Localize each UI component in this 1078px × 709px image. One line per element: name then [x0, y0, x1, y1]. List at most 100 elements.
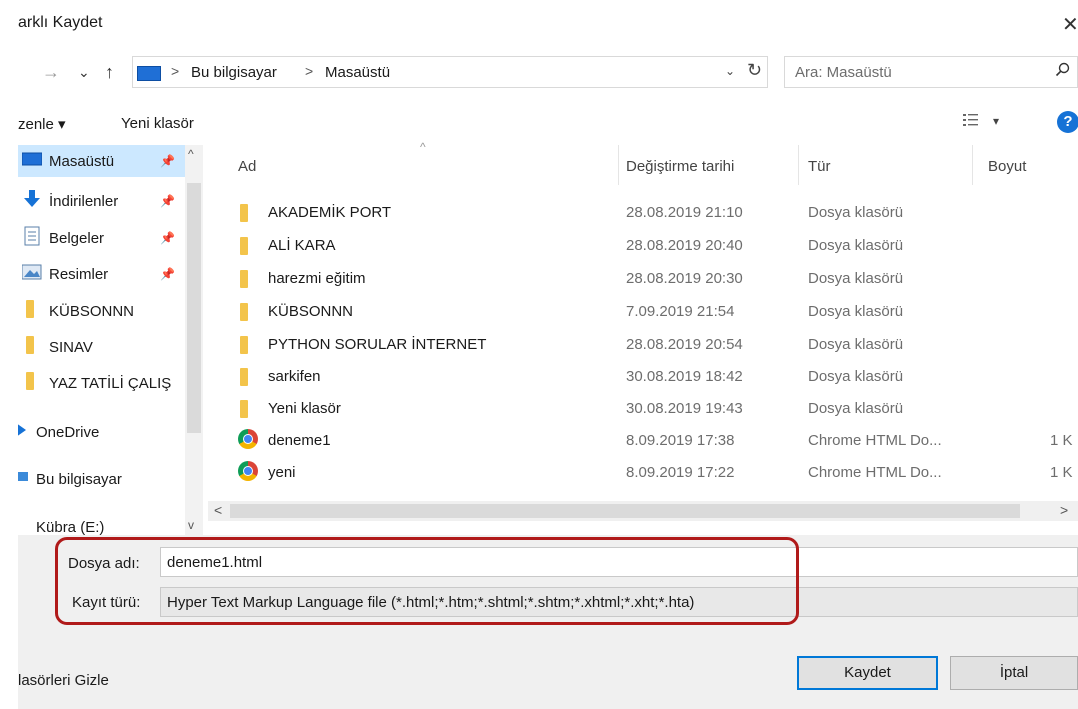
window-title: arklı Kaydet: [18, 14, 103, 31]
highlight-annotation: [55, 537, 799, 625]
file-type: Dosya klasörü: [808, 400, 904, 417]
onedrive-icon: [18, 423, 32, 441]
folder-icon: [240, 400, 248, 422]
nav-item-pictures[interactable]: Resimler 📌: [18, 258, 203, 290]
nav-item-onedrive[interactable]: OneDrive: [18, 416, 203, 448]
column-divider[interactable]: [798, 145, 799, 185]
nav-item-kubsonnn[interactable]: KÜBSONNN: [18, 295, 203, 327]
file-date: 30.08.2019 18:42: [626, 368, 743, 385]
scroll-down-icon[interactable]: v: [188, 518, 194, 532]
breadcrumb-separator-icon: >: [305, 63, 314, 79]
column-header-type[interactable]: Tür: [808, 158, 831, 175]
file-name: PYTHON SORULAR İNTERNET: [268, 336, 487, 353]
file-date: 8.09.2019 17:22: [626, 464, 735, 481]
file-row[interactable]: ALİ KARA 28.08.2019 20:40 Dosya klasörü: [208, 230, 1078, 263]
folder-icon: [240, 303, 248, 325]
search-icon[interactable]: [1055, 62, 1071, 83]
column-header-size[interactable]: Boyut: [988, 158, 1026, 175]
list-viewport-edge: [208, 485, 1078, 501]
forward-icon[interactable]: →: [42, 62, 60, 83]
scrollbar-thumb[interactable]: [230, 504, 1020, 518]
view-dropdown-icon[interactable]: ▾: [993, 114, 999, 128]
file-row[interactable]: PYTHON SORULAR İNTERNET 28.08.2019 20:54 D…: [208, 329, 1078, 362]
close-icon[interactable]: ✕: [1062, 12, 1078, 37]
pin-icon: 📌: [160, 231, 175, 245]
up-folder-icon[interactable]: ↑: [105, 62, 114, 83]
file-date: 8.09.2019 17:38: [626, 432, 735, 449]
window-edge: [0, 0, 18, 709]
chrome-icon: [238, 461, 258, 481]
file-date: 30.08.2019 19:43: [626, 400, 743, 417]
nav-item-downloads[interactable]: İndirilenler 📌: [18, 185, 203, 217]
hide-folders-toggle[interactable]: lasörleri Gizle: [18, 672, 109, 689]
file-type: Chrome HTML Do...: [808, 432, 942, 449]
file-date: 28.08.2019 20:30: [626, 270, 743, 287]
scrollbar-thumb[interactable]: [187, 183, 201, 433]
chrome-icon: [238, 429, 258, 449]
scroll-right-icon[interactable]: >: [1060, 502, 1068, 518]
cancel-button[interactable]: İptal: [950, 656, 1078, 690]
scroll-up-icon[interactable]: ^: [188, 147, 194, 161]
nav-item-label: Masaüstü: [49, 152, 115, 170]
file-type: Dosya klasörü: [808, 368, 904, 385]
pin-icon: 📌: [160, 154, 175, 168]
search-input[interactable]: Ara: Masaüstü: [784, 56, 1078, 88]
address-bar[interactable]: > Bu bilgisayar > Masaüstü ⌄ ↻: [132, 56, 768, 88]
file-date: 28.08.2019 20:54: [626, 336, 743, 353]
folder-icon: [240, 336, 248, 358]
column-header-date[interactable]: Değiştirme tarihi: [626, 158, 734, 175]
file-type: Dosya klasörü: [808, 237, 904, 254]
column-divider[interactable]: [972, 145, 973, 185]
file-row[interactable]: deneme1 8.09.2019 17:38 Chrome HTML Do... 1…: [208, 425, 1078, 458]
pin-icon: 📌: [160, 267, 175, 281]
nav-item-yaz-tatili[interactable]: YAZ TATİLİ ÇALIŞ: [18, 367, 203, 399]
file-name: AKADEMİK PORT: [268, 204, 392, 221]
pictures-icon: [21, 264, 42, 284]
view-options-icon[interactable]: [962, 112, 980, 128]
nav-item-documents[interactable]: Belgeler 📌: [18, 222, 203, 254]
file-name: KÜBSONNN: [268, 303, 354, 320]
organize-menu[interactable]: zenle ▾: [18, 115, 66, 133]
file-name: Yeni klasör: [268, 400, 341, 417]
horizontal-scrollbar[interactable]: < >: [208, 501, 1078, 521]
nav-item-desktop[interactable]: Masaüstü 📌: [18, 145, 203, 177]
breadcrumb-separator-icon: >: [171, 63, 180, 79]
folder-icon: [26, 336, 34, 358]
file-date: 28.08.2019 21:10: [626, 204, 743, 221]
file-row[interactable]: harezmi eğitim 28.08.2019 20:30 Dosya klas…: [208, 263, 1078, 296]
nav-item-label: SINAV: [49, 338, 93, 356]
nav-item-label: OneDrive: [36, 423, 100, 441]
file-row[interactable]: Yeni klasör 30.08.2019 19:43 Dosya klasörü: [208, 393, 1078, 426]
sort-ascending-icon: ^: [420, 140, 426, 154]
file-type: Dosya klasörü: [808, 303, 904, 320]
file-type: Dosya klasörü: [808, 204, 904, 221]
new-folder-button[interactable]: Yeni klasör: [121, 115, 194, 132]
refresh-icon[interactable]: ↻: [747, 60, 762, 81]
scroll-left-icon[interactable]: <: [214, 502, 222, 518]
breadcrumb-desktop[interactable]: Masaüstü: [325, 64, 390, 81]
download-icon: [22, 190, 42, 212]
nav-scrollbar[interactable]: ^ v: [185, 145, 203, 540]
file-type: Chrome HTML Do...: [808, 464, 942, 481]
breadcrumb-this-pc[interactable]: Bu bilgisayar: [191, 64, 277, 81]
file-row[interactable]: sarkifen 30.08.2019 18:42 Dosya klasörü: [208, 361, 1078, 394]
folder-icon: [240, 237, 248, 259]
file-row[interactable]: AKADEMİK PORT 28.08.2019 21:10 Dosya klasö…: [208, 197, 1078, 230]
pin-icon: 📌: [160, 194, 175, 208]
file-name: deneme1: [268, 432, 331, 449]
save-button[interactable]: Kaydet: [797, 656, 938, 690]
folder-icon: [26, 372, 34, 394]
nav-item-this-pc[interactable]: Bu bilgisayar: [18, 463, 203, 495]
file-row[interactable]: KÜBSONNN 7.09.2019 21:54 Dosya klasörü: [208, 296, 1078, 329]
file-date: 28.08.2019 20:40: [626, 237, 743, 254]
column-divider[interactable]: [618, 145, 619, 185]
recent-locations-icon[interactable]: ⌄: [78, 64, 90, 81]
file-size: 1 K: [1050, 432, 1073, 449]
column-header-name[interactable]: Ad: [238, 158, 256, 175]
nav-item-label: YAZ TATİLİ ÇALIŞ: [49, 374, 172, 392]
nav-item-label: KÜBSONNN: [49, 302, 135, 320]
address-dropdown-icon[interactable]: ⌄: [725, 64, 735, 78]
nav-item-sinav[interactable]: SINAV: [18, 331, 203, 363]
computer-icon: [18, 470, 30, 488]
help-icon[interactable]: ?: [1057, 111, 1078, 133]
